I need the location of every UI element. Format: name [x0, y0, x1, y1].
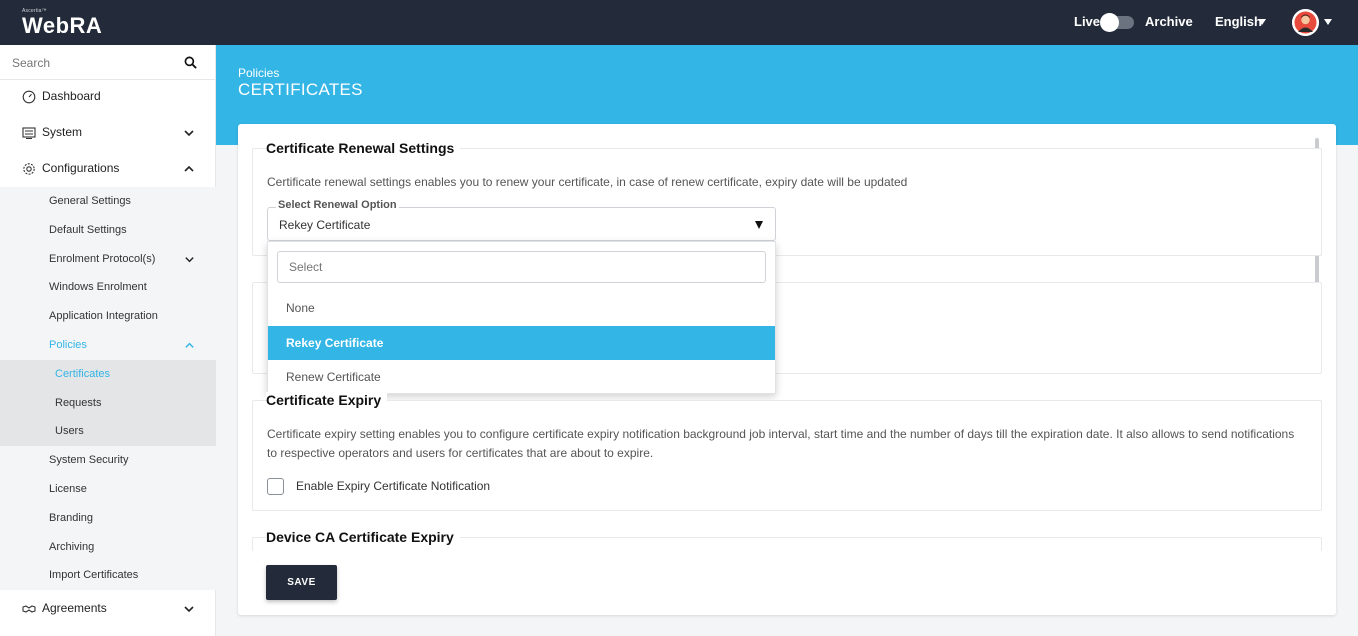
sidebar-item-requests[interactable]: Requests: [0, 389, 216, 418]
live-archive-toggle[interactable]: [1100, 13, 1134, 32]
sidebar-item-branding[interactable]: Branding: [0, 504, 216, 533]
page-title: CERTIFICATES: [238, 80, 363, 99]
sidebar-item-system[interactable]: System: [0, 115, 216, 151]
device-ca-section-title: Device CA Certificate Expiry: [266, 529, 460, 545]
dropdown-option-rekey[interactable]: Rekey Certificate: [268, 326, 775, 360]
sidebar-item-label: Agreements: [42, 601, 107, 615]
sidebar-item-import-certificates[interactable]: Import Certificates: [0, 562, 216, 590]
chevron-down-icon: [184, 130, 194, 137]
dropdown-search-input[interactable]: [277, 251, 766, 283]
sidebar-item-label: Dashboard: [42, 89, 101, 103]
option-label: None: [286, 301, 315, 315]
caret-down-icon[interactable]: [1324, 19, 1332, 25]
renewal-section-title: Certificate Renewal Settings: [266, 140, 461, 156]
breadcrumb[interactable]: Policies: [238, 66, 279, 80]
option-label: Rekey Certificate: [286, 336, 384, 350]
dropdown-option-none[interactable]: None: [268, 291, 775, 325]
save-button[interactable]: SAVE: [266, 565, 337, 600]
language-selector[interactable]: English: [1215, 14, 1262, 29]
sidebar-item-users[interactable]: Users: [0, 418, 216, 446]
sidebar-search: [0, 45, 216, 80]
chevron-down-icon: [185, 257, 194, 263]
select-label: Select Renewal Option: [276, 199, 399, 211]
search-input[interactable]: [12, 53, 172, 73]
sidebar-item-label: Windows Enrolment: [49, 281, 147, 293]
sidebar-item-dashboard[interactable]: Dashboard: [0, 79, 216, 115]
chevron-down-icon: [184, 606, 194, 613]
expiry-section-title: Certificate Expiry: [266, 392, 388, 408]
sidebar-item-policies[interactable]: Policies: [0, 331, 216, 360]
sidebar-item-configurations[interactable]: Configurations: [0, 151, 216, 187]
app-logo[interactable]: Ascertia™ WebRA: [22, 8, 102, 38]
brand-name: WebRA: [22, 13, 103, 38]
sidebar-item-label: Default Settings: [49, 224, 127, 236]
sidebar-item-label: Users: [55, 425, 84, 437]
sidebar-item-system-security[interactable]: System Security: [0, 446, 216, 475]
checkbox-label[interactable]: Enable Expiry Certificate Notification: [296, 479, 490, 493]
chevron-up-icon: [184, 165, 194, 172]
caret-down-icon[interactable]: [1258, 19, 1266, 25]
sidebar-item-label: Certificates: [55, 368, 111, 380]
sidebar-item-enrolment-protocols[interactable]: Enrolment Protocol(s): [0, 245, 216, 274]
sidebar-item-label: Enrolment Protocol(s): [49, 253, 156, 265]
dropdown-option-renew[interactable]: Renew Certificate: [268, 360, 775, 394]
sidebar-item-label: Branding: [49, 512, 94, 524]
sidebar-item-general-settings[interactable]: General Settings: [0, 187, 216, 216]
sidebar: Dashboard System Configurations General …: [0, 45, 216, 636]
search-icon[interactable]: [184, 56, 197, 69]
system-icon: [22, 127, 36, 139]
sidebar-item-windows-enrolment[interactable]: Windows Enrolment: [0, 273, 216, 302]
sidebar-item-label: System Security: [49, 454, 129, 466]
sidebar-item-archiving[interactable]: Archiving: [0, 533, 216, 562]
archive-label: Archive: [1145, 14, 1193, 29]
sidebar-item-agreements[interactable]: Agreements: [0, 591, 216, 627]
sidebar-item-certificates[interactable]: Certificates: [0, 360, 216, 389]
sidebar-item-label: Requests: [55, 397, 102, 409]
toggle-knob: [1100, 13, 1119, 32]
user-avatar[interactable]: [1292, 9, 1319, 36]
sidebar-item-label: Policies: [49, 339, 87, 351]
sidebar-item-label: Application Integration: [49, 310, 158, 322]
sidebar-item-label: System: [42, 125, 83, 139]
option-label: Renew Certificate: [286, 370, 381, 384]
renewal-description: Certificate renewal settings enables you…: [267, 175, 908, 189]
sidebar-item-label: General Settings: [49, 195, 131, 207]
sidebar-item-license[interactable]: License: [0, 475, 216, 504]
sidebar-item-label: Configurations: [42, 161, 120, 175]
caret-down-icon[interactable]: [755, 221, 763, 229]
chevron-up-icon: [185, 342, 194, 348]
select-value: Rekey Certificate: [279, 218, 371, 232]
handshake-icon: [22, 605, 36, 613]
gear-icon: [23, 163, 35, 175]
dashboard-icon: [22, 90, 36, 104]
sidebar-item-label: License: [49, 483, 87, 495]
sidebar-item-label: Archiving: [49, 541, 95, 553]
sidebar-item-application-integration[interactable]: Application Integration: [0, 302, 216, 331]
live-label: Live: [1074, 14, 1101, 29]
sidebar-item-default-settings[interactable]: Default Settings: [0, 216, 216, 245]
sidebar-item-label: Import Certificates: [49, 569, 139, 581]
expiry-notification-checkbox[interactable]: [267, 478, 284, 495]
expiry-description: Certificate expiry setting enables you t…: [267, 427, 1295, 460]
